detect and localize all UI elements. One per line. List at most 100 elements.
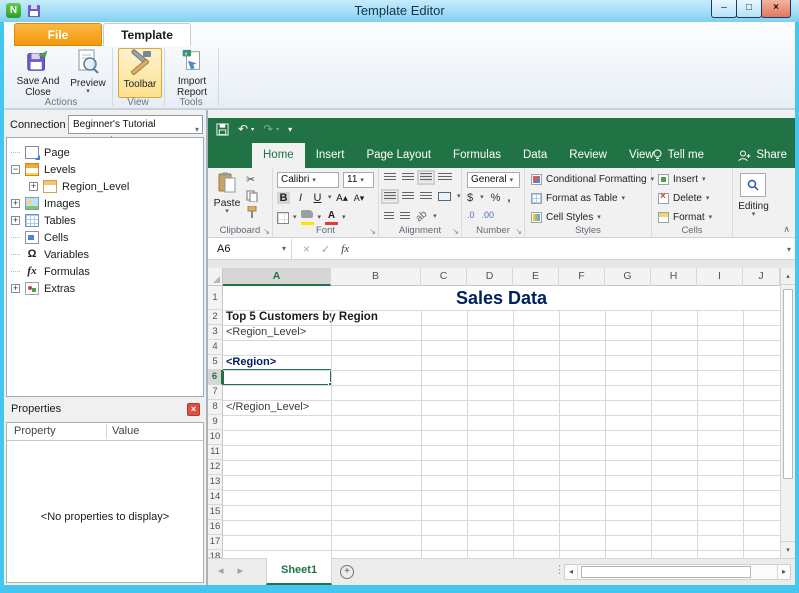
sheet-prev-icon[interactable]: ◂ (218, 564, 224, 577)
alignment-launcher-icon[interactable]: ↘ (452, 227, 459, 236)
column-header-c[interactable]: C (421, 268, 467, 286)
column-header-i[interactable]: I (697, 268, 743, 286)
minimize-button[interactable]: – (711, 0, 737, 18)
format-painter-icon[interactable] (246, 206, 258, 218)
font-launcher-icon[interactable]: ↘ (369, 227, 376, 236)
excel-save-icon[interactable] (216, 123, 229, 136)
vertical-scroll-thumb[interactable] (783, 289, 793, 479)
number-launcher-icon[interactable]: ↘ (515, 227, 522, 236)
row-header-2[interactable]: 2 (208, 310, 223, 325)
cell-a5-region[interactable]: <Region> (226, 355, 276, 370)
font-size-select[interactable]: 11▾ (343, 172, 374, 188)
close-button[interactable]: × (761, 0, 791, 18)
column-header-j[interactable]: J (743, 268, 780, 286)
borders-dropdown-icon[interactable]: ▾ (293, 215, 297, 221)
merge-dropdown-icon[interactable]: ▾ (457, 194, 461, 200)
tab-file[interactable]: File (14, 23, 102, 46)
row-header-10[interactable]: 10 (208, 430, 223, 445)
save-and-close-button[interactable]: Save And Close (12, 48, 64, 98)
qat-customize-icon[interactable]: ▾ (288, 125, 292, 134)
tree-expander-icon[interactable]: + (11, 199, 20, 208)
share-button[interactable]: Share (738, 143, 787, 168)
add-sheet-icon[interactable]: + (340, 565, 354, 579)
column-header-f[interactable]: F (559, 268, 605, 286)
format-as-table-button[interactable]: Format as Table ▾ (531, 193, 625, 204)
preview-button[interactable]: Preview ▾ (66, 48, 110, 98)
formula-enter-icon[interactable]: ✓ (321, 243, 330, 256)
horizontal-scrollbar[interactable]: ◂ ▸ (564, 564, 791, 580)
excel-tab-review[interactable]: Review (558, 143, 618, 168)
connection-select[interactable]: Beginner's Tutorial Connection ▾ (68, 115, 203, 134)
tree-item-images[interactable]: +Images (7, 195, 203, 212)
align-right-icon[interactable] (420, 192, 432, 201)
decrease-indent-icon[interactable] (384, 212, 394, 221)
column-header-d[interactable]: D (467, 268, 513, 286)
shrink-font-button[interactable]: A▾ (353, 193, 366, 204)
column-header-b[interactable]: B (331, 268, 421, 286)
increase-decimal-icon[interactable]: .0 (467, 210, 475, 220)
row-header-6[interactable]: 6 (208, 370, 223, 385)
tree-item-cells[interactable]: Cells (7, 229, 203, 246)
tree-item-page[interactable]: Page (7, 144, 203, 161)
toolbar-button[interactable]: Toolbar (118, 48, 162, 98)
sheet-next-icon[interactable]: ▸ (238, 564, 244, 577)
row-header-9[interactable]: 9 (208, 415, 223, 430)
cell-a3-region-level-open[interactable]: <Region_Level> (226, 325, 306, 340)
currency-icon[interactable]: $ (467, 192, 473, 204)
increase-indent-icon[interactable] (400, 212, 410, 221)
row-header-7[interactable]: 7 (208, 385, 223, 400)
undo-dropdown-icon[interactable]: ▾ (251, 126, 254, 133)
row-header-17[interactable]: 17 (208, 535, 223, 550)
name-box-dropdown-icon[interactable]: ▾ (282, 239, 286, 259)
tree-item-formulas[interactable]: fxFormulas (7, 263, 203, 280)
redo-icon[interactable]: ↷ (263, 122, 273, 136)
cells-area[interactable]: Sales Data Top 5 Customers by Region <Re… (223, 286, 780, 558)
tree-expander-icon[interactable]: − (11, 165, 20, 174)
tab-template[interactable]: Template (103, 23, 191, 46)
selected-cell-a6[interactable] (223, 369, 332, 386)
tree-item-extras[interactable]: +Extras (7, 280, 203, 297)
percent-icon[interactable]: % (491, 192, 501, 204)
comma-icon[interactable]: , (507, 192, 510, 204)
tree-item-levels[interactable]: −Levels (7, 161, 203, 178)
row-header-15[interactable]: 15 (208, 505, 223, 520)
tree-item-tables[interactable]: +Tables (7, 212, 203, 229)
row-header-12[interactable]: 12 (208, 460, 223, 475)
underline-button[interactable]: U (311, 192, 324, 204)
editing-group-button[interactable]: Editing ▾ (733, 201, 774, 218)
align-left-icon[interactable] (384, 192, 396, 201)
sheet-tab-sheet1[interactable]: Sheet1 (266, 558, 332, 585)
decrease-decimal-icon[interactable]: .00 (482, 210, 495, 220)
row-header-13[interactable]: 13 (208, 475, 223, 490)
font-family-select[interactable]: Calibri▾ (277, 172, 339, 188)
fill-dropdown-icon[interactable]: ▾ (318, 215, 322, 221)
merge-center-icon[interactable] (438, 192, 451, 201)
underline-dropdown-icon[interactable]: ▾ (328, 195, 332, 201)
copy-icon[interactable] (246, 190, 258, 202)
fill-color-icon[interactable] (301, 210, 314, 225)
column-header-a[interactable]: A (223, 268, 331, 286)
import-report-button[interactable]: x Import Report (168, 48, 216, 98)
font-color-dropdown-icon[interactable]: ▾ (342, 215, 346, 221)
orientation-icon[interactable]: ab (414, 209, 430, 225)
formula-cancel-icon[interactable]: × (303, 242, 310, 256)
font-color-icon[interactable]: A (325, 211, 338, 225)
currency-dropdown-icon[interactable]: ▾ (480, 195, 484, 201)
cell-a2-top5[interactable]: Top 5 Customers by Region (226, 310, 378, 325)
tellme-tab[interactable]: Tell me (641, 143, 715, 168)
tree-expander-icon[interactable]: + (29, 182, 38, 191)
column-header-g[interactable]: G (605, 268, 651, 286)
align-bottom-icon[interactable] (420, 173, 432, 182)
align-center-icon[interactable] (402, 192, 414, 201)
scroll-left-icon[interactable]: ◂ (565, 565, 578, 579)
row-header-16[interactable]: 16 (208, 520, 223, 535)
delete-cells-button[interactable]: Delete ▾ (658, 193, 709, 204)
excel-tab-page-layout[interactable]: Page Layout (355, 143, 442, 168)
row-header-14[interactable]: 14 (208, 490, 223, 505)
cell-styles-button[interactable]: Cell Styles ▾ (531, 212, 601, 223)
borders-icon[interactable] (277, 212, 289, 224)
maximize-button[interactable]: □ (736, 0, 762, 18)
properties-close-icon[interactable]: × (187, 403, 200, 416)
cell-a8-region-level-close[interactable]: </Region_Level> (226, 400, 309, 415)
bold-button[interactable]: B (277, 192, 290, 204)
